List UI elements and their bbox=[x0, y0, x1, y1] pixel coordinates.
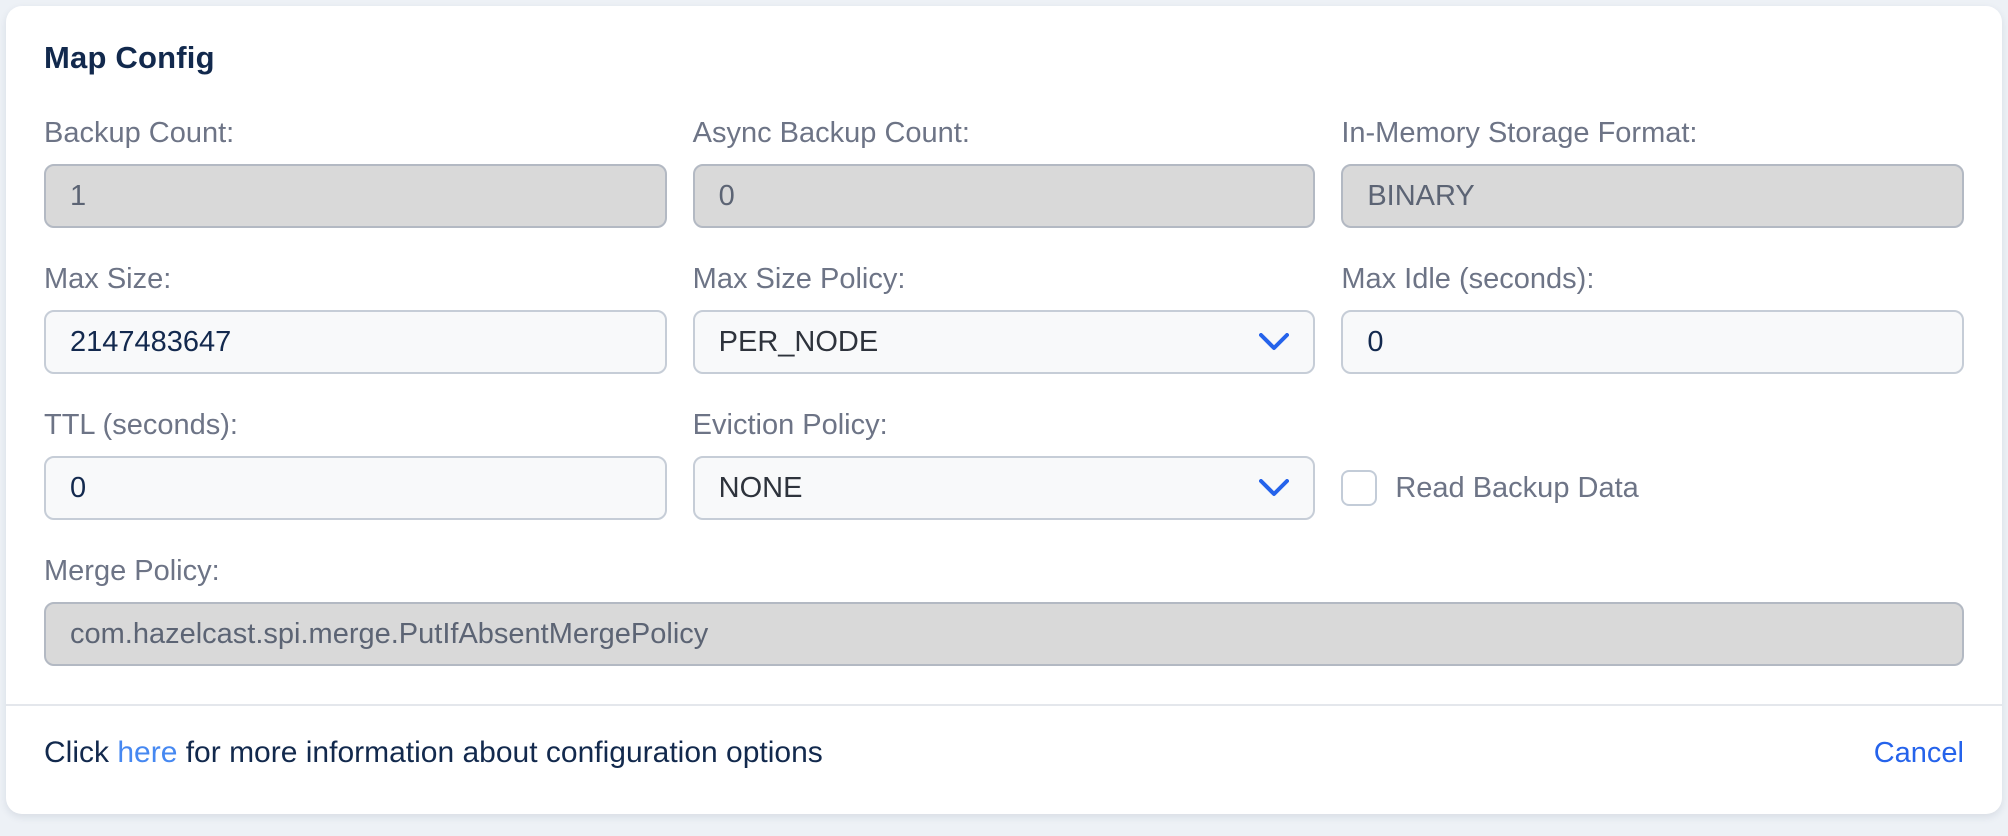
more-info-text: Click here for more information about co… bbox=[44, 736, 823, 770]
max-size-label: Max Size: bbox=[44, 262, 667, 296]
read-backup-data-checkbox[interactable] bbox=[1341, 470, 1377, 506]
max-size-policy-selected-value: PER_NODE bbox=[719, 326, 879, 359]
max-idle-input[interactable] bbox=[1341, 310, 1964, 374]
field-eviction-policy: Eviction Policy: NONE bbox=[693, 408, 1316, 520]
card-footer: Click here for more information about co… bbox=[44, 706, 1964, 770]
field-ttl: TTL (seconds): bbox=[44, 408, 667, 520]
more-info-link[interactable]: here bbox=[117, 736, 177, 769]
max-size-policy-select[interactable]: PER_NODE bbox=[693, 310, 1316, 374]
merge-policy-label: Merge Policy: bbox=[44, 554, 1964, 588]
page-title: Map Config bbox=[44, 40, 1964, 76]
map-config-card: Map Config Backup Count: Async Backup Co… bbox=[6, 6, 2002, 814]
cancel-button[interactable]: Cancel bbox=[1874, 737, 1964, 770]
info-text-prefix: Click bbox=[44, 736, 117, 769]
info-text-suffix: for more information about configuration… bbox=[177, 736, 822, 769]
max-size-input[interactable] bbox=[44, 310, 667, 374]
max-idle-label: Max Idle (seconds): bbox=[1341, 262, 1964, 296]
async-backup-count-input bbox=[693, 164, 1316, 228]
max-size-policy-label: Max Size Policy: bbox=[693, 262, 1316, 296]
in-memory-storage-format-label: In-Memory Storage Format: bbox=[1341, 116, 1964, 150]
backup-count-input bbox=[44, 164, 667, 228]
eviction-policy-selected-value: NONE bbox=[719, 472, 803, 505]
read-backup-data-label: Read Backup Data bbox=[1395, 472, 1638, 505]
field-in-memory-storage-format: In-Memory Storage Format: bbox=[1341, 116, 1964, 228]
field-max-size: Max Size: bbox=[44, 262, 667, 374]
read-backup-data-row: Read Backup Data bbox=[1341, 456, 1964, 520]
backup-count-label: Backup Count: bbox=[44, 116, 667, 150]
chevron-down-icon bbox=[1259, 479, 1289, 497]
eviction-policy-select[interactable]: NONE bbox=[693, 456, 1316, 520]
field-max-idle: Max Idle (seconds): bbox=[1341, 262, 1964, 374]
chevron-down-icon bbox=[1259, 333, 1289, 351]
field-read-backup-data: Read Backup Data bbox=[1341, 408, 1964, 520]
field-merge-policy: Merge Policy: bbox=[44, 554, 1964, 666]
async-backup-count-label: Async Backup Count: bbox=[693, 116, 1316, 150]
field-async-backup-count: Async Backup Count: bbox=[693, 116, 1316, 228]
config-form-grid: Backup Count: Async Backup Count: In-Mem… bbox=[44, 116, 1964, 520]
field-backup-count: Backup Count: bbox=[44, 116, 667, 228]
merge-policy-input bbox=[44, 602, 1964, 666]
in-memory-storage-format-input bbox=[1341, 164, 1964, 228]
eviction-policy-label: Eviction Policy: bbox=[693, 408, 1316, 442]
field-max-size-policy: Max Size Policy: PER_NODE bbox=[693, 262, 1316, 374]
ttl-input[interactable] bbox=[44, 456, 667, 520]
ttl-label: TTL (seconds): bbox=[44, 408, 667, 442]
